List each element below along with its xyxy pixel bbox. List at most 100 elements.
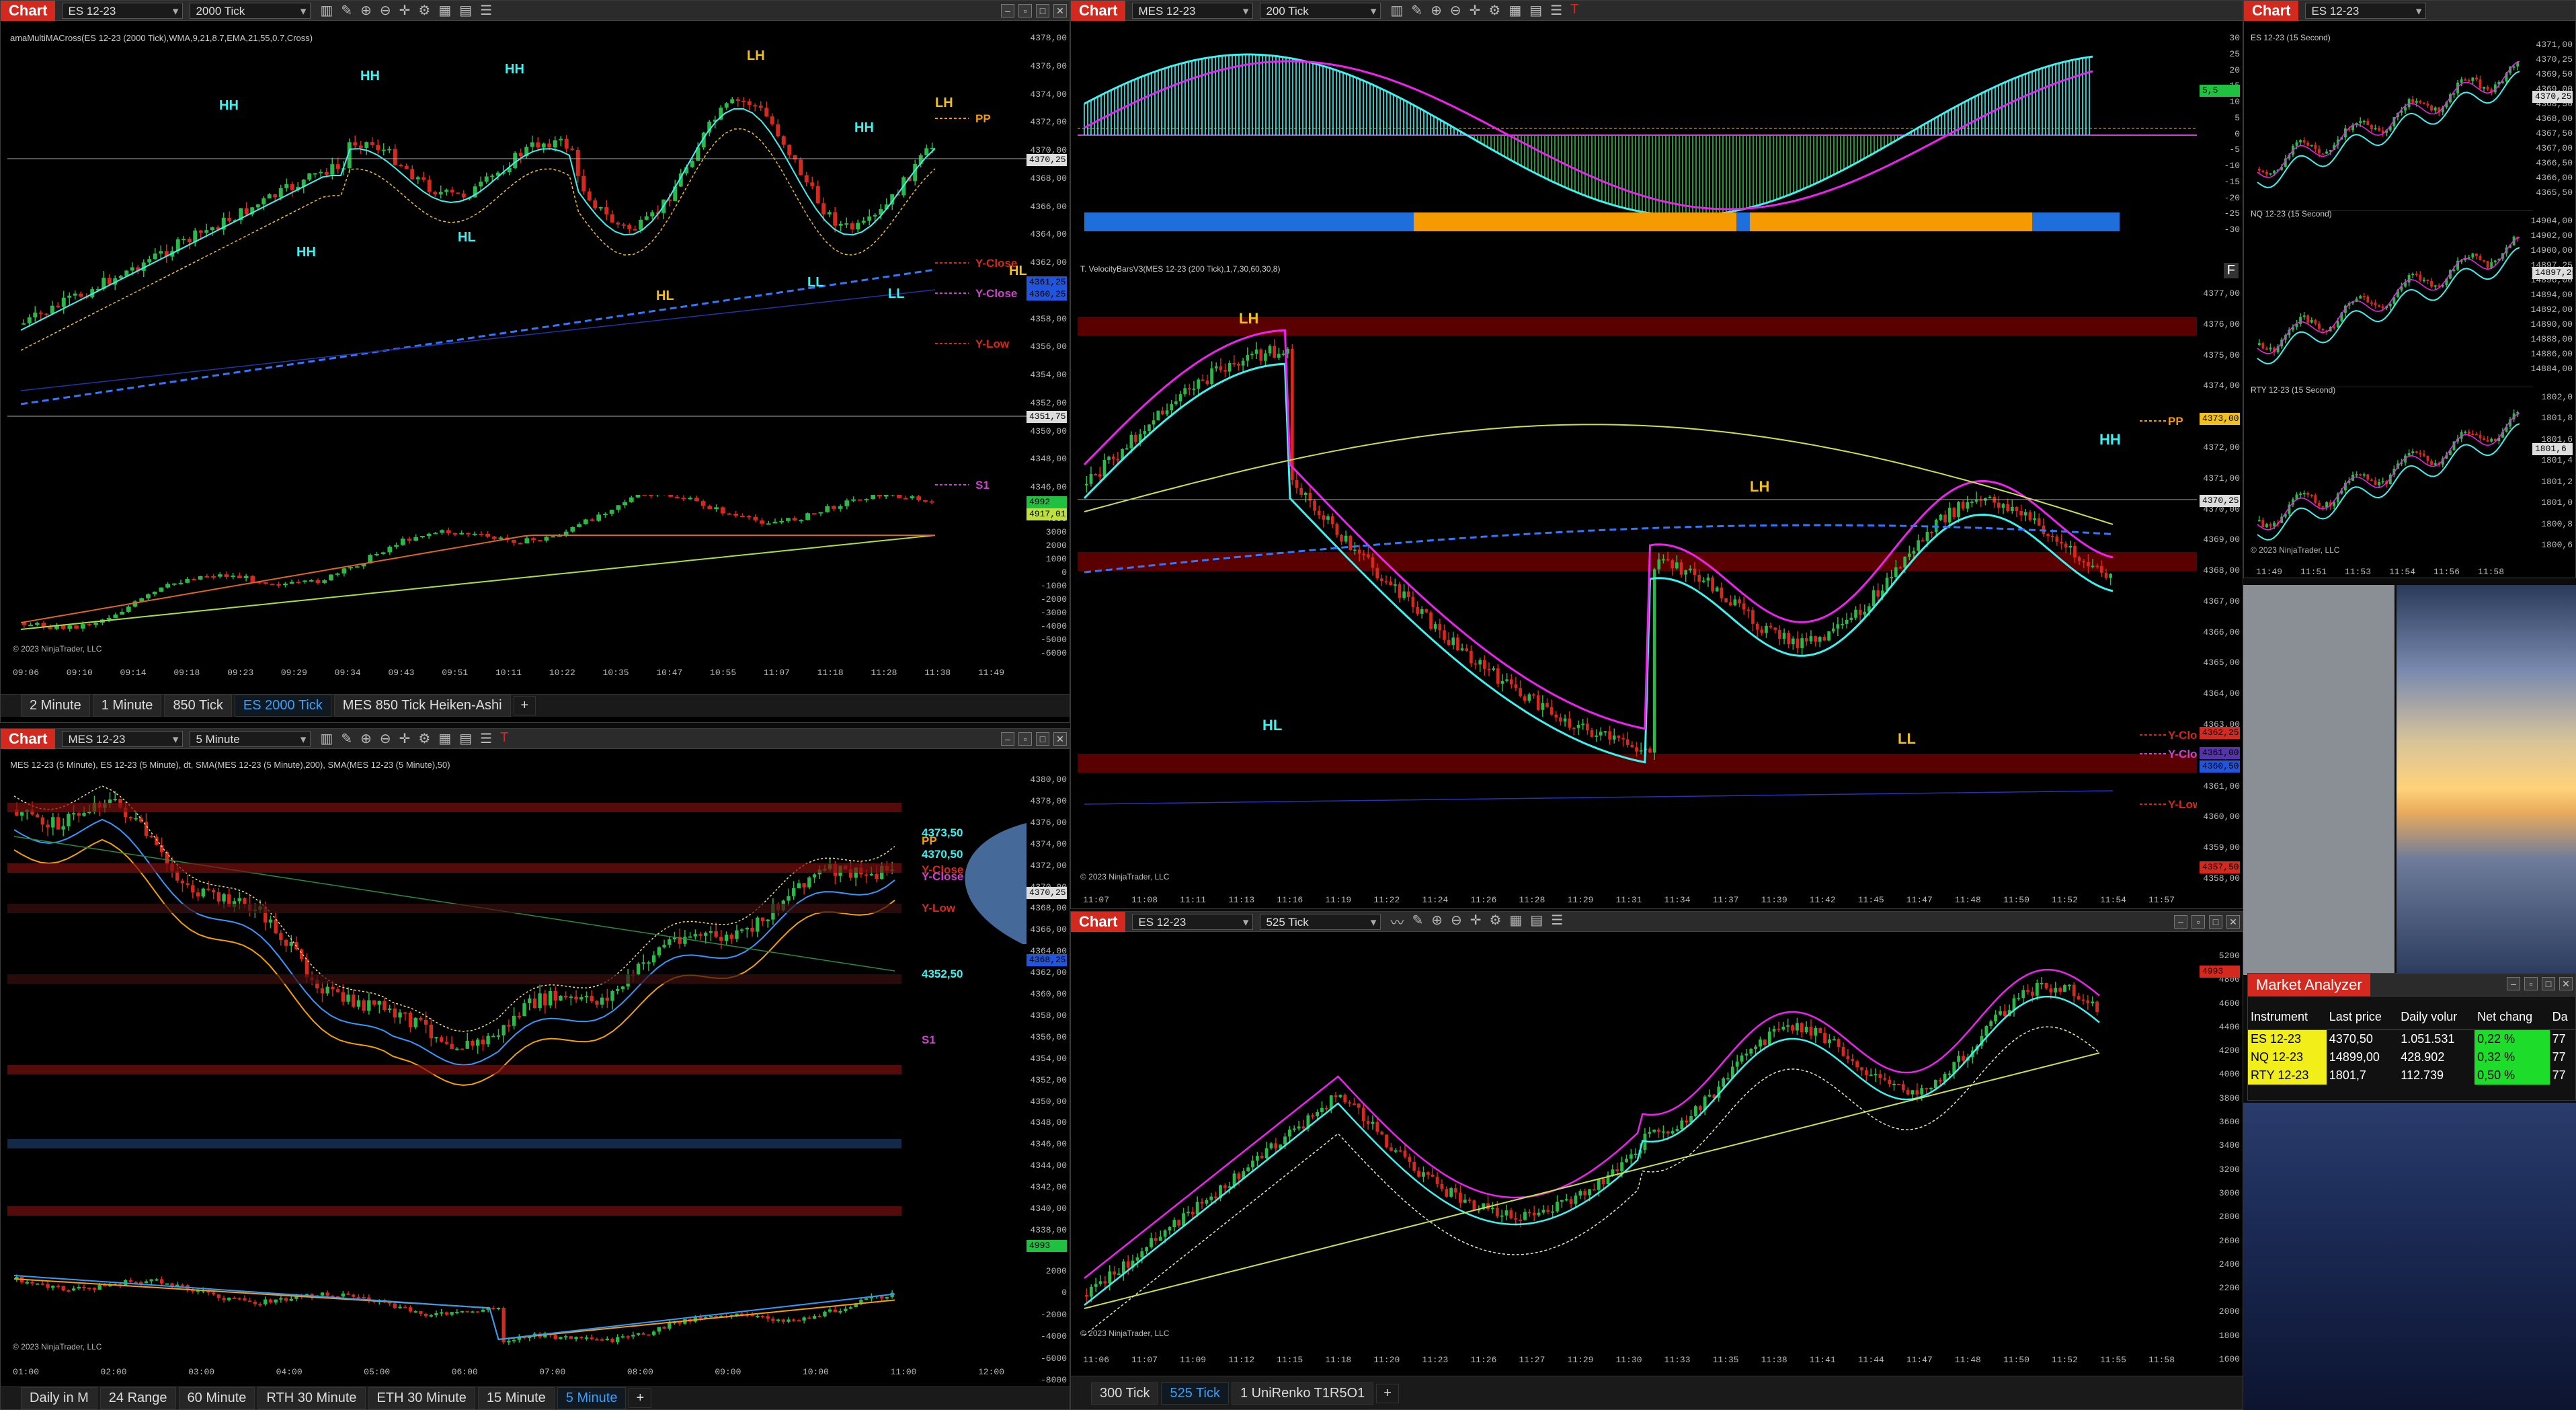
restore-icon[interactable]: ▫ (1018, 732, 1032, 746)
bar-type-icon[interactable]: ▥ (320, 730, 333, 747)
line-chart-icon[interactable]: 〰 (1390, 912, 1404, 931)
minimize-icon[interactable]: – (1001, 4, 1014, 17)
crosshair-icon[interactable]: ✛ (399, 2, 411, 19)
interval-selector[interactable]: 525 Tick (1260, 913, 1381, 931)
interval-selector[interactable]: 5 Minute (190, 730, 311, 748)
trade-icon[interactable]: T (1570, 2, 1578, 19)
zoom-out-icon[interactable]: ⊖ (380, 2, 391, 19)
tab-300-tick[interactable]: 300 Tick (1091, 1382, 1159, 1405)
data-box-icon[interactable]: ▤ (459, 2, 472, 19)
w2-oscillator-plot[interactable] (7, 1239, 1027, 1383)
chart-menu-button[interactable]: Chart (1071, 1, 1126, 21)
drawing-tool-icon[interactable]: ✎ (341, 730, 352, 747)
table-row[interactable]: RTY 12-23 1801,7 112.739 0,50 % 77 (2248, 1066, 2575, 1085)
maximize-icon[interactable]: □ (2542, 977, 2555, 990)
w5-price-axis[interactable]: 4371,00 4370,25 4369,50 4369,00 4368,50 4368,… (2528, 34, 2575, 198)
chart-window-15-second-multi[interactable]: Chart ES 12-23 ES 12-23 (15 Second)4371,… (2243, 0, 2576, 578)
add-tab-button[interactable]: + (629, 1388, 652, 1408)
strategy-icon[interactable]: ▦ (438, 2, 451, 19)
tab-es-2000-tick[interactable]: ES 2000 Tick (234, 695, 331, 717)
w4-price-axis[interactable]: 5200 4800 4600 4400 4200 4000 3800 3600 3400 3200… (2196, 945, 2243, 1364)
list-icon[interactable]: ☰ (1551, 912, 1563, 931)
close-icon[interactable]: ✕ (2226, 915, 2240, 929)
zoom-in-icon[interactable]: ⊕ (360, 2, 372, 19)
w1-oscillator-plot[interactable] (7, 495, 1027, 656)
add-tab-button[interactable]: + (1376, 1384, 1399, 1403)
column-header[interactable]: Da (2549, 1005, 2575, 1030)
crosshair-icon[interactable]: ✛ (399, 730, 411, 747)
chart-window-mes-200-tick[interactable]: Chart MES 12-23 200 Tick ▥ ✎ ⊕ ⊖ ✛ ⚙ ▦ ▤… (1070, 0, 2243, 909)
chart-menu-button[interactable]: Chart (1, 1, 56, 21)
interval-selector[interactable]: 2000 Tick (190, 2, 311, 19)
strategy-icon[interactable]: ▦ (1508, 2, 1521, 19)
trade-icon[interactable]: T (500, 730, 508, 747)
maximize-icon[interactable]: □ (1036, 4, 1049, 17)
data-box-icon[interactable]: ▤ (1529, 2, 1542, 19)
zoom-in-icon[interactable]: ⊕ (1431, 2, 1442, 19)
w5-price-axis[interactable]: 14904,00 14902,00 14900,00 14897,25 14896,00… (2528, 210, 2575, 374)
table-row[interactable]: ES 12-23 4370,50 1.051.531 0,22 % 77 (2248, 1029, 2575, 1048)
minimize-icon[interactable]: – (2507, 977, 2520, 990)
properties-icon[interactable]: ⚙ (418, 2, 430, 19)
w3-velocity-oscillator[interactable] (1078, 28, 2197, 233)
maximize-icon[interactable]: □ (1036, 732, 1049, 746)
tab-mes-850-tick-heiken-ashi[interactable]: MES 850 Tick Heiken-Ashi (333, 695, 511, 717)
w2-time-axis[interactable]: 01:00 02:00 03:00 04:00 05:00 06:00 07:00 08:00… (1, 1364, 1027, 1380)
w3-osc-axis[interactable]: 302520151050-5-10-15-20-25-305,5 (2196, 28, 2243, 235)
tab-850-tick[interactable]: 850 Tick (164, 695, 232, 717)
panel-flag[interactable]: F (2223, 263, 2239, 278)
w1-price-plot[interactable]: HHHH HHLHHHLHHHHLHLLLHLLLPPY-CloseY-Close… (7, 28, 1027, 490)
tab-1-minute[interactable]: 1 Minute (92, 695, 162, 717)
zoom-out-icon[interactable]: ⊖ (1451, 912, 1462, 931)
chart-menu-button[interactable]: Chart (1071, 912, 1126, 932)
tab-rth-30-minute[interactable]: RTH 30 Minute (257, 1387, 366, 1409)
interval-selector[interactable]: 200 Tick (1260, 2, 1381, 19)
tab-2-minute[interactable]: 2 Minute (21, 695, 90, 717)
w2-price-plot[interactable]: 4373,50PP4370,50Y-CloseY-CloseY-Low4352,… (7, 769, 1027, 1233)
w3-time-axis[interactable]: 11:07 11:08 11:11 11:13 11:16 11:19 11:22 11:24… (1071, 892, 2197, 908)
zoom-out-icon[interactable]: ⊖ (380, 730, 391, 747)
list-icon[interactable]: ☰ (480, 2, 492, 19)
column-header[interactable]: Last price (2326, 1005, 2399, 1030)
w4-price-plot[interactable] (1078, 945, 2197, 1362)
w1-time-axis[interactable]: 09:06 09:10 09:14 09:18 09:23 09:29 09:34 09:43… (1, 665, 1027, 681)
strategy-icon[interactable]: ▦ (1509, 912, 1522, 931)
chart-window-es-525-tick[interactable]: Chart ES 12-23 525 Tick 〰 ✎ ⊕ ⊖ ✛ ⚙ ▦ ▤ … (1070, 911, 2243, 1410)
zoom-in-icon[interactable]: ⊕ (360, 730, 372, 747)
close-icon[interactable]: ✕ (1053, 4, 1067, 17)
zoom-out-icon[interactable]: ⊖ (1450, 2, 1461, 19)
maximize-icon[interactable]: □ (2209, 915, 2222, 929)
data-box-icon[interactable]: ▤ (459, 730, 472, 747)
tab-60-minute[interactable]: 60 Minute (178, 1387, 255, 1409)
tab-24-range[interactable]: 24 Range (99, 1387, 176, 1409)
close-icon[interactable]: ✕ (2559, 977, 2573, 990)
w3-price-axis[interactable]: 4377,00 4376,00 4375,00 4374,00 4373,00 4372,… (2196, 283, 2243, 884)
crosshair-icon[interactable]: ✛ (1470, 912, 1482, 931)
w2-price-axis[interactable]: 4380,00 4378,00 4376,00 4374,00 4372,00 4370,… (1025, 769, 1070, 1235)
zoom-in-icon[interactable]: ⊕ (1431, 912, 1443, 931)
chart-window-mes-5-minute[interactable]: Chart MES 12-23 5 Minute ▥ ✎ ⊕ ⊖ ✛ ⚙ ▦ ▤… (0, 728, 1070, 1410)
properties-icon[interactable]: ⚙ (418, 730, 430, 747)
w5-panel-plot[interactable] (2251, 210, 2533, 372)
tab-15-minute[interactable]: 15 Minute (477, 1387, 555, 1409)
close-icon[interactable]: ✕ (1053, 732, 1067, 746)
tab-daily-in-m[interactable]: Daily in M (21, 1387, 97, 1409)
w5-panel-plot[interactable] (2251, 387, 2533, 548)
w5-price-axis[interactable]: 1802,0 1801,8 1801,6 1801,4 1801,2 1801,0 1800… (2528, 387, 2575, 550)
tab-1-unirenko-t1r5o1[interactable]: 1 UniRenko T1R5O1 (1231, 1382, 1374, 1405)
tab-5-minute[interactable]: 5 Minute (557, 1387, 627, 1409)
tab-eth-30-minute[interactable]: ETH 30 Minute (368, 1387, 475, 1409)
restore-icon[interactable]: ▫ (2524, 977, 2538, 990)
chart-menu-button[interactable]: Chart (2244, 1, 2299, 21)
instrument-selector[interactable]: MES 12-23 (1132, 2, 1254, 19)
w5-panel-plot[interactable] (2251, 34, 2533, 196)
list-icon[interactable]: ☰ (1550, 2, 1562, 19)
restore-icon[interactable]: ▫ (1018, 4, 1032, 17)
instrument-selector[interactable]: ES 12-23 (2305, 2, 2427, 19)
crosshair-icon[interactable]: ✛ (1470, 2, 1481, 19)
drawing-tool-icon[interactable]: ✎ (341, 2, 352, 19)
w2-osc-axis[interactable]: 400020000-2000-4000-6000-80004993 (1025, 1239, 1070, 1385)
market-analyzer-window[interactable]: Market Analyzer – ▫ □ ✕ Instrument Last pric… (2247, 973, 2576, 1101)
column-header[interactable]: Daily volur (2398, 1005, 2475, 1030)
data-box-icon[interactable]: ▤ (1530, 912, 1543, 931)
